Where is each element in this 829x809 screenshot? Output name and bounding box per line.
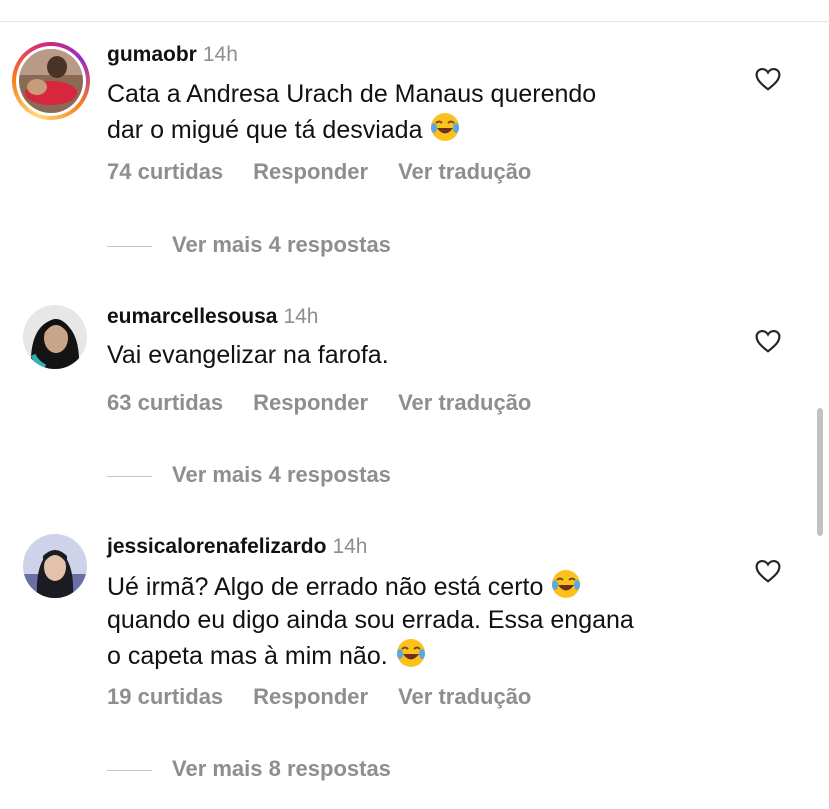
reply-button[interactable]: Responder: [253, 158, 368, 186]
comment-header: eumarcellesousa 14h: [107, 304, 318, 330]
comment-header: gumaobr 14h: [107, 42, 238, 68]
top-divider: [0, 21, 829, 22]
reply-button[interactable]: Responder: [253, 683, 368, 711]
scrollbar[interactable]: [817, 408, 823, 536]
timestamp: 14h: [332, 535, 368, 558]
replies-divider-line: [107, 245, 152, 247]
view-more-replies-button[interactable]: Ver mais 4 respostas: [107, 461, 391, 489]
translate-button[interactable]: Ver tradução: [398, 389, 531, 417]
timestamp: 14h: [202, 43, 238, 66]
comment-text-line: dar o migué que tá desviada: [107, 116, 423, 144]
comment-text: Ué irmã? Algo de errado não está certo q…: [107, 568, 727, 673]
username[interactable]: gumaobr: [107, 43, 197, 66]
comment-actions: 19 curtidas Responder Ver tradução: [107, 683, 561, 711]
username[interactable]: jessicalorenafelizardo: [107, 535, 326, 558]
comment-actions: 74 curtidas Responder Ver tradução: [107, 158, 561, 186]
likes-count[interactable]: 74 curtidas: [107, 158, 223, 186]
likes-count[interactable]: 63 curtidas: [107, 389, 223, 417]
translate-button[interactable]: Ver tradução: [398, 683, 531, 711]
comment-text-line: quando eu digo ainda sou errada. Essa en…: [107, 606, 634, 634]
heart-outline-icon[interactable]: [755, 559, 781, 583]
view-more-replies-label[interactable]: Ver mais 8 respostas: [172, 756, 391, 781]
comment-actions: 63 curtidas Responder Ver tradução: [107, 389, 561, 417]
replies-divider-line: [107, 769, 152, 771]
avatar[interactable]: [23, 534, 87, 598]
view-more-replies-button[interactable]: Ver mais 8 respostas: [107, 755, 391, 783]
heart-outline-icon[interactable]: [755, 67, 781, 91]
heart-outline-icon[interactable]: [755, 329, 781, 353]
avatar[interactable]: [12, 42, 90, 120]
reply-button[interactable]: Responder: [253, 389, 368, 417]
username[interactable]: eumarcellesousa: [107, 305, 277, 328]
laughing-emoji-icon: [429, 111, 461, 143]
likes-count[interactable]: 19 curtidas: [107, 683, 223, 711]
comment-text-line: Cata a Andresa Urach de Manaus querendo: [107, 80, 597, 108]
comment-text-line: Ué irmã? Algo de errado não está certo: [107, 573, 544, 601]
view-more-replies-label[interactable]: Ver mais 4 respostas: [172, 462, 391, 487]
comment-header: jessicalorenafelizardo 14h: [107, 534, 367, 560]
timestamp: 14h: [283, 305, 319, 328]
replies-divider-line: [107, 475, 152, 477]
laughing-emoji-icon: [395, 637, 427, 669]
comment-text: Vai evangelizar na farofa.: [107, 339, 727, 372]
comment-text-line: Vai evangelizar na farofa.: [107, 341, 389, 369]
comment-text: Cata a Andresa Urach de Manaus querendo …: [107, 78, 727, 147]
translate-button[interactable]: Ver tradução: [398, 158, 531, 186]
laughing-emoji-icon: [550, 568, 582, 600]
view-more-replies-label[interactable]: Ver mais 4 respostas: [172, 232, 391, 257]
view-more-replies-button[interactable]: Ver mais 4 respostas: [107, 231, 391, 259]
avatar[interactable]: [23, 305, 87, 369]
comment-text-line: o capeta mas à mim não.: [107, 642, 388, 670]
